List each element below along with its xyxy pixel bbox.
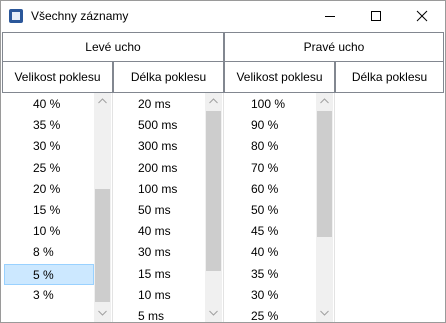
scrollbar-thumb[interactable] bbox=[317, 111, 332, 237]
list-item[interactable]: 30 % bbox=[224, 285, 316, 306]
window-app-icon bbox=[9, 9, 23, 23]
column-header-right-intensity[interactable]: Velikost poklesu bbox=[224, 62, 335, 93]
list-item[interactable]: 5 ms bbox=[113, 306, 205, 322]
list-item[interactable]: 300 ms bbox=[113, 136, 205, 157]
list-item[interactable]: 50 % bbox=[224, 200, 316, 221]
list-item[interactable]: 100 % bbox=[224, 94, 316, 115]
list-item[interactable]: 70 % bbox=[224, 158, 316, 179]
list-right-duration[interactable] bbox=[335, 93, 444, 322]
list-item[interactable]: 50 ms bbox=[113, 200, 205, 221]
list-item[interactable]: 60 % bbox=[224, 179, 316, 200]
scrollbar-thumb[interactable] bbox=[206, 111, 221, 271]
list-item[interactable]: 25 % bbox=[224, 306, 316, 322]
scrollbar-left-intensity[interactable] bbox=[94, 93, 111, 322]
maximize-icon bbox=[371, 11, 381, 21]
all-records-window: Všechny záznamy Levé ucho Pravé ucho Vel… bbox=[0, 0, 446, 323]
column-header-left-intensity[interactable]: Velikost poklesu bbox=[2, 62, 113, 93]
list-right-intensity[interactable]: 100 % 90 % 80 % 70 % 60 % 50 % 45 % 40 % 35 % 30 … bbox=[224, 93, 316, 322]
scrollbar-left-duration[interactable] bbox=[205, 93, 222, 322]
list-item[interactable]: 5 % bbox=[4, 263, 94, 285]
list-item[interactable]: 3 % bbox=[2, 285, 94, 306]
window-title: Všechny záznamy bbox=[31, 9, 129, 23]
scroll-up-button[interactable] bbox=[94, 93, 111, 110]
minimize-button[interactable] bbox=[307, 1, 353, 31]
chevron-up-icon bbox=[209, 98, 218, 104]
list-item[interactable]: 10 ms bbox=[113, 285, 205, 306]
chevron-down-icon bbox=[320, 310, 329, 316]
title-bar[interactable]: Všechny záznamy bbox=[1, 1, 445, 31]
scrollbar-right-intensity[interactable] bbox=[316, 93, 333, 322]
column-header-right-duration[interactable]: Délka poklesu bbox=[335, 62, 444, 93]
list-left-duration[interactable]: 20 ms 500 ms 300 ms 200 ms 100 ms 50 ms 40 ms 3… bbox=[113, 93, 205, 322]
list-item[interactable]: 35 % bbox=[2, 115, 94, 136]
list-item[interactable]: 500 ms bbox=[113, 115, 205, 136]
list-item[interactable]: 30 ms bbox=[113, 242, 205, 263]
list-item[interactable]: 40 % bbox=[2, 94, 94, 115]
scroll-down-button[interactable] bbox=[316, 305, 333, 322]
list-item[interactable]: 40 % bbox=[224, 242, 316, 263]
list-item[interactable]: 90 % bbox=[224, 115, 316, 136]
chevron-up-icon bbox=[320, 98, 329, 104]
minimize-icon bbox=[325, 16, 335, 17]
scroll-down-button[interactable] bbox=[205, 305, 222, 322]
close-button[interactable] bbox=[399, 1, 445, 31]
list-item[interactable]: 100 ms bbox=[113, 179, 205, 200]
close-icon bbox=[416, 10, 428, 22]
list-item[interactable]: 20 % bbox=[2, 179, 94, 200]
list-item[interactable]: 45 % bbox=[224, 221, 316, 242]
list-item[interactable]: 20 ms bbox=[113, 94, 205, 115]
list-item[interactable]: 30 % bbox=[2, 136, 94, 157]
list-item[interactable]: 25 % bbox=[2, 158, 94, 179]
maximize-button[interactable] bbox=[353, 1, 399, 31]
chevron-down-icon bbox=[209, 310, 218, 316]
scroll-up-button[interactable] bbox=[316, 93, 333, 110]
group-header-right-ear: Pravé ucho bbox=[224, 32, 444, 62]
chevron-down-icon bbox=[98, 310, 107, 316]
column-header-left-duration[interactable]: Délka poklesu bbox=[113, 62, 224, 93]
group-header-left-ear: Levé ucho bbox=[2, 32, 224, 62]
list-item[interactable]: 200 ms bbox=[113, 158, 205, 179]
chevron-up-icon bbox=[98, 98, 107, 104]
list-left-intensity[interactable]: 40 % 35 % 30 % 25 % 20 % 15 % 10 % 8 % 5 % 3 % bbox=[2, 93, 94, 322]
list-item[interactable]: 35 % bbox=[224, 264, 316, 285]
scrollbar-thumb[interactable] bbox=[95, 189, 110, 302]
list-item[interactable]: 10 % bbox=[2, 221, 94, 242]
list-item[interactable]: 40 ms bbox=[113, 221, 205, 242]
scroll-up-button[interactable] bbox=[205, 93, 222, 110]
list-item[interactable]: 80 % bbox=[224, 136, 316, 157]
scroll-down-button[interactable] bbox=[94, 305, 111, 322]
list-item[interactable]: 15 ms bbox=[113, 264, 205, 285]
list-item[interactable]: 8 % bbox=[2, 242, 94, 263]
list-item[interactable]: 15 % bbox=[2, 200, 94, 221]
